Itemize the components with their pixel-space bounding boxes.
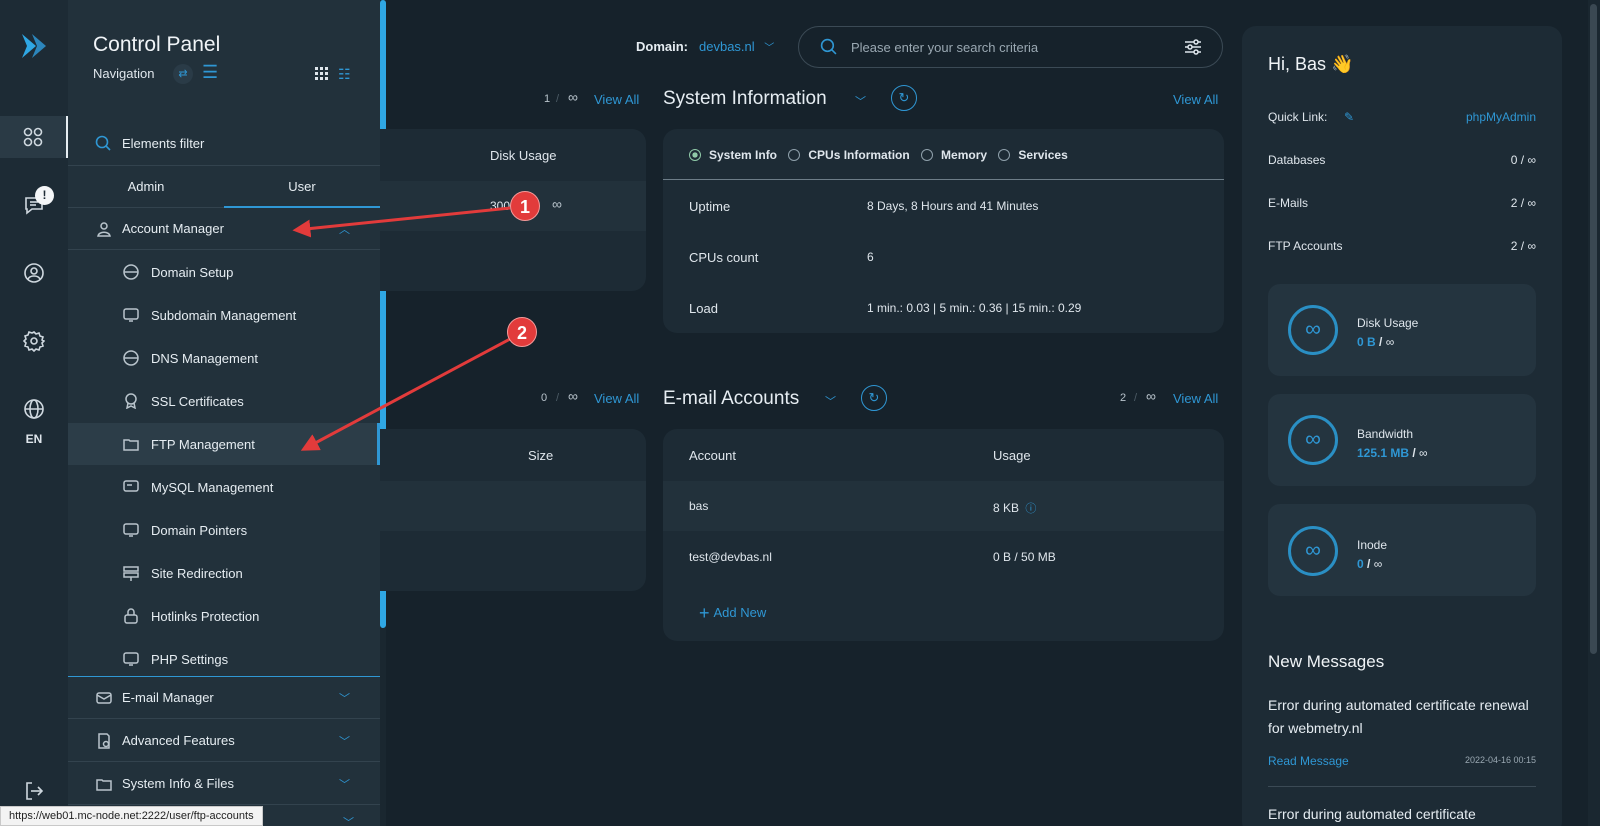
annotation-arrows <box>292 206 511 451</box>
status-bar-url: https://web01.mc-node.net:2222/user/ftp-… <box>0 806 263 826</box>
annotation-marker: 2 <box>507 317 537 347</box>
annotation-marker: 1 <box>510 191 540 221</box>
